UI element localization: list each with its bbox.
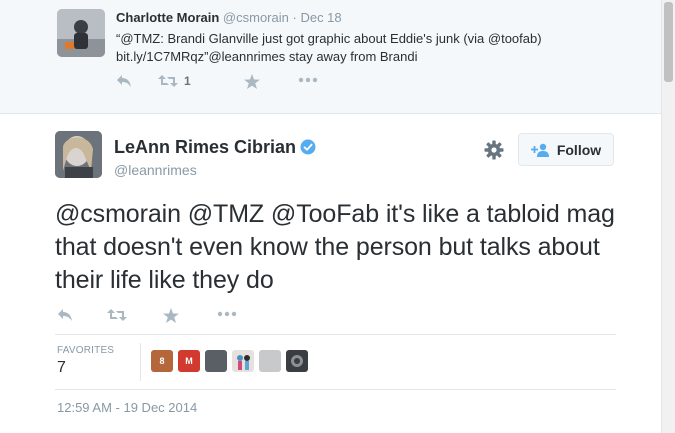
reply-text-line-1: “@TMZ: Brandi Glanville just got graphic… <box>116 31 542 46</box>
retweet-icon <box>158 75 178 87</box>
tweet-text: @csmorain @TMZ @TooFab it's like a tablo… <box>55 200 615 294</box>
user-actions-button[interactable] <box>484 140 504 160</box>
favoriter-avatar[interactable]: M <box>178 350 200 372</box>
author-handle[interactable]: @leannrimes <box>114 162 197 178</box>
favoriter-badge-text: M <box>185 356 193 366</box>
more-icon <box>298 77 318 83</box>
favorites-count[interactable]: 7 <box>57 359 66 377</box>
reply-time-sep: · <box>292 10 297 25</box>
tweet-retweet-button[interactable] <box>107 308 127 322</box>
reply-text-line-2: bit.ly/1C7MRqz”@leannrimes stay away fro… <box>116 49 418 64</box>
main-avatar[interactable] <box>55 131 102 178</box>
retweet-count: 1 <box>184 74 191 88</box>
reply-time[interactable]: Dec 18 <box>300 10 341 25</box>
scrollbar-thumb[interactable] <box>664 2 673 82</box>
retweet-icon <box>107 309 127 321</box>
favoriter-avatar[interactable]: 8 <box>151 350 173 372</box>
tweet-timestamp[interactable]: 12:59 AM - 19 Dec 2014 <box>57 400 197 415</box>
reply-icon <box>58 309 72 321</box>
reply-icon <box>117 75 131 87</box>
tweet-more-button[interactable] <box>217 311 237 317</box>
verified-badge-icon <box>300 139 316 160</box>
tweet-favorite-button[interactable] <box>163 308 179 323</box>
more-button[interactable] <box>298 77 318 83</box>
favorites-separator <box>140 343 141 381</box>
tweet-reply-button[interactable] <box>57 308 73 322</box>
retweet-button[interactable]: 1 <box>158 74 191 88</box>
favoriter-avatars: 8 M <box>151 350 313 372</box>
author-name[interactable]: LeAnn Rimes Cibrian <box>114 137 296 158</box>
reply-header: Charlotte Morain @csmorain · Dec 18 <box>116 10 342 25</box>
reply-avatar[interactable] <box>57 9 105 57</box>
stats-bottom-divider <box>55 389 616 390</box>
reply-tweet[interactable]: Charlotte Morain @csmorain · Dec 18 “@TM… <box>0 0 661 114</box>
stats-top-divider <box>55 334 616 335</box>
reply-author-name[interactable]: Charlotte Morain <box>116 10 219 25</box>
favorite-icon <box>244 74 260 89</box>
reply-author-handle[interactable]: @csmorain <box>223 10 289 25</box>
favoriter-avatar[interactable] <box>205 350 227 372</box>
favoriter-avatar[interactable] <box>259 350 281 372</box>
favoriter-badge-text: 8 <box>159 356 165 366</box>
follow-label: Follow <box>556 141 602 158</box>
reply-text: “@TMZ: Brandi Glanville just got graphic… <box>116 30 616 66</box>
scrollbar[interactable] <box>661 0 675 433</box>
favorite-button[interactable] <box>244 74 260 89</box>
favoriter-avatar[interactable] <box>232 350 254 372</box>
favoriter-avatar[interactable] <box>286 350 308 372</box>
follow-add-user-icon <box>530 143 549 157</box>
favorites-label[interactable]: FAVORITES <box>57 345 114 356</box>
reply-button[interactable] <box>116 74 132 88</box>
follow-button[interactable]: Follow <box>518 133 614 166</box>
gear-icon <box>484 140 504 160</box>
favorite-icon <box>163 308 179 323</box>
more-icon <box>217 311 237 317</box>
